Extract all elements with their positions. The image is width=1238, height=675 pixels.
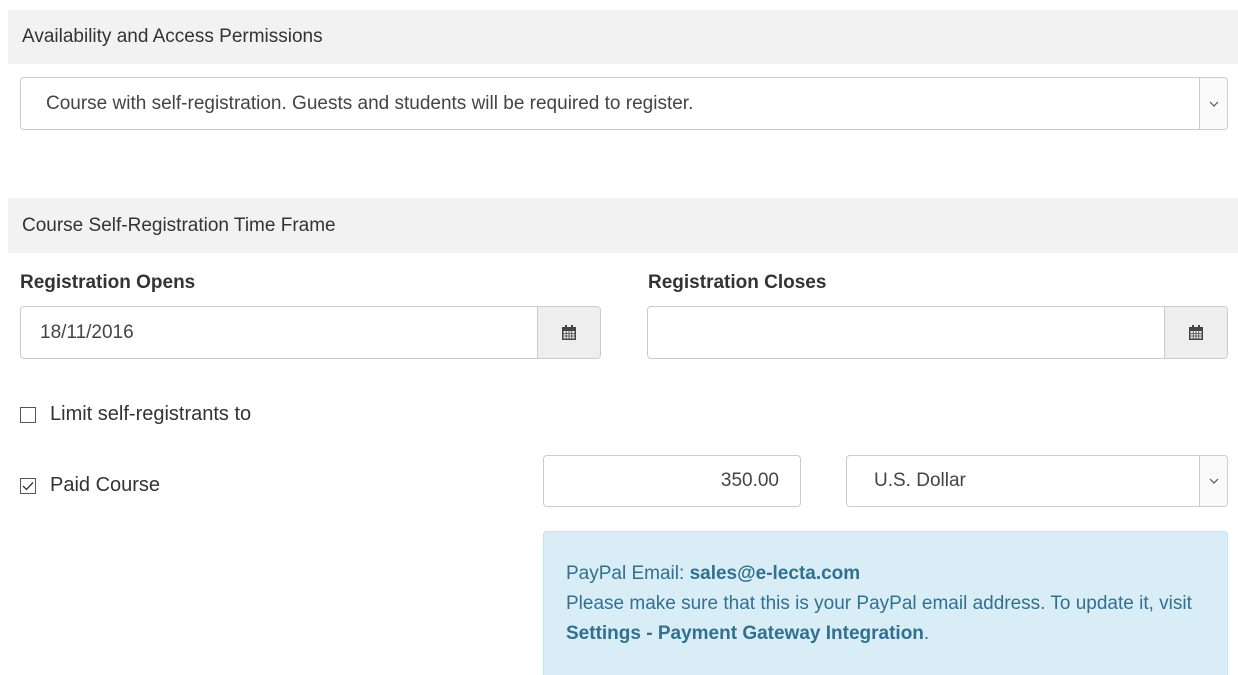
registration-closes-label: Registration Closes <box>648 272 827 293</box>
access-permissions-value: Course with self-registration. Guests an… <box>46 92 694 114</box>
limit-self-registrants-row: Limit self-registrants to <box>20 403 251 426</box>
timeframe-section-heading: Course Self-Registration Time Frame <box>8 198 1238 253</box>
paid-course-row: Paid Course <box>20 474 160 497</box>
currency-value: U.S. Dollar <box>874 470 966 491</box>
paypal-note-text: Please make sure that this is your PayPa… <box>566 593 1192 614</box>
access-permissions-select[interactable]: Course with self-registration. Guests an… <box>20 77 1228 130</box>
chevron-down-icon[interactable] <box>1199 78 1227 129</box>
availability-section-heading: Availability and Access Permissions <box>8 10 1238 64</box>
chevron-down-icon[interactable] <box>1199 456 1227 506</box>
paypal-note: Please make sure that this is your PayPa… <box>566 589 1205 649</box>
registration-closes-group <box>647 306 1228 359</box>
payment-gateway-settings-link[interactable]: Settings - Payment Gateway Integration <box>566 623 924 644</box>
limit-self-registrants-checkbox[interactable] <box>20 406 36 423</box>
paypal-note-suffix: . <box>923 623 930 644</box>
calendar-icon[interactable] <box>537 307 600 358</box>
paypal-email-label: PayPal Email: <box>566 563 685 584</box>
currency-select[interactable]: U.S. Dollar <box>846 455 1228 507</box>
calendar-icon[interactable] <box>1164 307 1227 358</box>
course-price-input[interactable]: 350.00 <box>543 455 801 507</box>
registration-opens-label: Registration Opens <box>20 272 196 293</box>
paypal-info-alert: PayPal Email: sales@e-lecta.com Please m… <box>543 531 1228 675</box>
paypal-email-line: PayPal Email: sales@e-lecta.com <box>566 559 1205 589</box>
paid-course-checkbox[interactable] <box>20 477 36 494</box>
registration-opens-input[interactable]: 18/11/2016 <box>21 307 537 358</box>
registration-opens-group: 18/11/2016 <box>20 306 601 359</box>
limit-self-registrants-label: Limit self-registrants to <box>50 403 252 425</box>
registration-closes-input[interactable] <box>648 307 1164 358</box>
checkmark-icon <box>22 481 34 490</box>
paypal-email-value: sales@e-lecta.com <box>689 563 861 584</box>
paid-course-label: Paid Course <box>50 474 161 496</box>
